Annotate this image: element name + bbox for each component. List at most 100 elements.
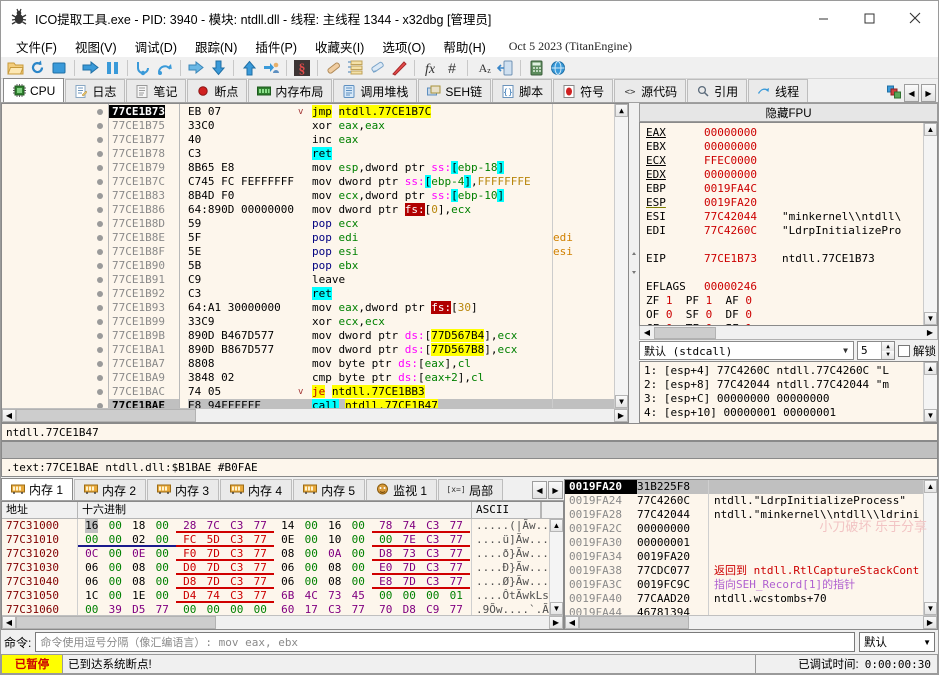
dump-hex-byte[interactable]: 00: [85, 603, 98, 615]
dump-hex-byte[interactable]: 45: [352, 589, 365, 603]
register-value[interactable]: 0019FA4C: [704, 182, 782, 196]
dump-hex-group[interactable]: 00 00 02 00: [78, 533, 176, 547]
restart-icon[interactable]: [27, 58, 47, 78]
hash-icon[interactable]: #: [442, 58, 462, 78]
open-file-icon[interactable]: [5, 58, 25, 78]
argument-value[interactable]: 77C42044: [717, 378, 770, 391]
dump-hex-byte[interactable]: 18: [132, 519, 145, 533]
handles-icon[interactable]: [887, 85, 902, 102]
menu-debug[interactable]: 调试(D): [126, 35, 186, 58]
dump-hex-group[interactable]: D4 74 C3 77: [176, 589, 274, 603]
scroll-up-arrow[interactable]: ▲: [550, 519, 563, 532]
dump-hex-byte[interactable]: 77: [156, 603, 169, 615]
scroll-left-arrow[interactable]: ◀: [640, 326, 654, 339]
dump-hex-byte[interactable]: 7D: [403, 575, 416, 588]
dump-hex-group[interactable]: 28 7C C3 77: [176, 519, 274, 533]
dump-hex-byte[interactable]: C3: [426, 533, 439, 546]
dump-hex-byte[interactable]: D4: [183, 589, 196, 602]
dump-hex-group[interactable]: 06 00 08 00: [78, 575, 176, 589]
scroll-left-arrow[interactable]: ◀: [2, 616, 16, 629]
register-value[interactable]: 77C42044: [704, 210, 782, 224]
scroll-down-arrow[interactable]: ▼: [924, 602, 937, 615]
dump-hex-byte[interactable]: 70: [379, 603, 392, 615]
eflags-value[interactable]: 00000246: [704, 280, 782, 294]
tab-log[interactable]: 日志: [65, 79, 126, 102]
flag-value[interactable]: 0: [745, 308, 752, 321]
bp-slot[interactable]: [92, 203, 108, 217]
dump-hex-group[interactable]: 70 D8 C9 77: [372, 603, 470, 615]
stack-value[interactable]: 77C4260C: [637, 494, 709, 508]
dump-hex-byte[interactable]: 77: [254, 533, 267, 546]
execute-till-return-icon[interactable]: [186, 58, 206, 78]
bp-slot[interactable]: [92, 217, 108, 231]
dump-hex-byte[interactable]: 08: [132, 575, 145, 589]
dump-tab-scroll-right-button[interactable]: ▶: [548, 481, 563, 499]
tab-scroll-right-button[interactable]: ▶: [921, 84, 936, 102]
dump-hex-byte[interactable]: 02: [132, 533, 145, 546]
scroll-track[interactable]: [16, 616, 549, 629]
dump-row[interactable]: 77C31030 06 00 08 00 D0 7D C3 77 06 00 08 00 E0 7D C3 77…: [2, 561, 549, 575]
bp-slot[interactable]: [92, 343, 108, 357]
dump-hex-byte[interactable]: 00: [183, 603, 196, 615]
dump-hex-byte[interactable]: 39: [109, 603, 122, 615]
dump-hex-byte[interactable]: C3: [230, 547, 243, 560]
register-value[interactable]: 77C4260C: [704, 224, 782, 238]
menu-options[interactable]: 选项(O): [373, 35, 434, 58]
dump-rows[interactable]: 77C31000 16 00 18 00 28 7C C3 77 14 00 16 00 78 74 C3 77…: [2, 519, 563, 615]
scroll-up-arrow[interactable]: ▲: [924, 123, 937, 136]
dump-hex-byte[interactable]: 00: [305, 561, 318, 575]
bp-slot[interactable]: [92, 301, 108, 315]
scroll-right-arrow[interactable]: ▶: [923, 326, 937, 339]
flag-value[interactable]: 0: [706, 308, 713, 321]
dump-hex-byte[interactable]: 06: [85, 575, 98, 589]
flag-value[interactable]: 1: [745, 322, 752, 325]
dump-hex-byte[interactable]: 08: [281, 547, 294, 561]
bp-slot[interactable]: [92, 231, 108, 245]
command-mode-select[interactable]: 默认 ▼: [859, 632, 935, 652]
scroll-track[interactable]: [550, 532, 563, 602]
dump-hex-byte[interactable]: 00: [109, 575, 122, 589]
dump-hex-byte[interactable]: 77: [352, 603, 365, 615]
dump-hex-byte[interactable]: 16: [328, 519, 341, 533]
registers-hscrollbar[interactable]: ◀ ▶: [639, 326, 938, 340]
dump-hex[interactable]: 1C 00 1E 00 D4 74 C3 77 6B 4C 73 45 00 00 00 01: [78, 589, 472, 603]
dump-hex-group[interactable]: 0C 00 0E 00: [78, 547, 176, 561]
scroll-thumb[interactable]: [654, 326, 716, 339]
dump-hex-byte[interactable]: 00: [352, 547, 365, 561]
scroll-right-arrow[interactable]: ▶: [923, 616, 937, 629]
stop-icon[interactable]: [49, 58, 69, 78]
step-down-icon[interactable]: [208, 58, 228, 78]
dump-hex-byte[interactable]: 00: [426, 589, 439, 603]
dump-hex-byte[interactable]: 7D: [207, 547, 220, 560]
bp-slot[interactable]: [92, 273, 108, 287]
dump-hex-byte[interactable]: 73: [403, 547, 416, 560]
menu-plugins[interactable]: 插件(P): [246, 35, 306, 58]
trace-icon[interactable]: §: [292, 58, 312, 78]
scroll-down-arrow[interactable]: ▼: [550, 602, 563, 615]
dump-hex-byte[interactable]: D8: [379, 547, 392, 560]
dump-hex-byte[interactable]: 7C: [207, 519, 220, 532]
close-button[interactable]: [892, 1, 938, 35]
scroll-thumb[interactable]: [16, 409, 196, 422]
dump-hex-byte[interactable]: F0: [183, 547, 196, 560]
bp-slot[interactable]: [92, 189, 108, 203]
dump-hex-byte[interactable]: 00: [156, 575, 169, 589]
argument-value[interactable]: 00000001: [723, 406, 776, 419]
registers-vscrollbar[interactable]: ▲ ▼: [923, 123, 937, 325]
dump-hex-byte[interactable]: 6B: [281, 589, 294, 603]
dump-hex-group[interactable]: 00 7E C3 77: [372, 533, 470, 547]
unlock-checkbox-group[interactable]: 解锁: [898, 343, 938, 359]
dump-hex-byte[interactable]: 7D: [403, 561, 416, 574]
dump-hex-byte[interactable]: 00: [305, 533, 318, 547]
dump-tab-memory-4[interactable]: 内存 4: [220, 479, 293, 500]
dump-hex-byte[interactable]: 00: [156, 589, 169, 603]
bp-slot[interactable]: [92, 287, 108, 301]
scroll-track[interactable]: [924, 493, 937, 602]
dump-hex-byte[interactable]: 00: [230, 603, 243, 615]
dump-hex-byte[interactable]: 14: [281, 519, 294, 533]
dump-row[interactable]: 77C31060 00 39 D5 77 00 00 00 00 60 17 C3 77 70 D8 C9 77…: [2, 603, 549, 615]
scroll-track[interactable]: [924, 136, 937, 312]
dump-hex-byte[interactable]: 77: [254, 575, 267, 588]
stepper-down[interactable]: ▼: [881, 350, 894, 359]
tab-call-stack[interactable]: 调用堆栈: [333, 79, 418, 102]
